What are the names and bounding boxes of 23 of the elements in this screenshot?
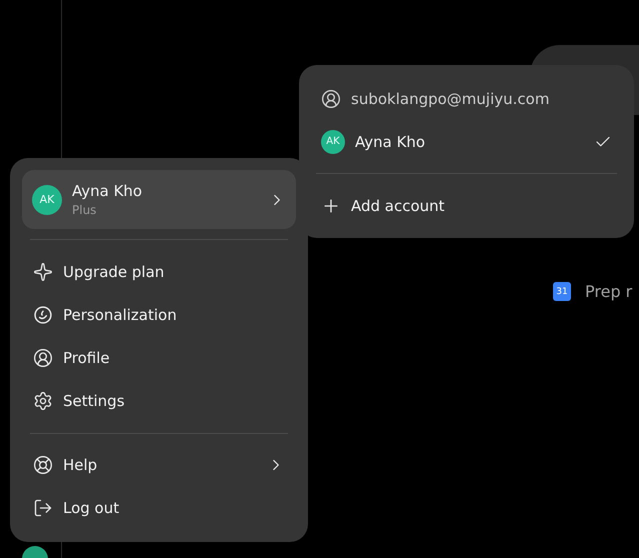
user-avatar: AK: [32, 184, 62, 215]
account-item[interactable]: AK Ayna Kho: [319, 120, 614, 163]
calendar-icon: 31: [553, 282, 571, 301]
email-row: suboklangpo@mujiyu.com: [319, 77, 614, 120]
smiley-circle-icon: [33, 305, 53, 326]
logout-icon: [33, 498, 53, 518]
menu-item[interactable]: Upgrade plan: [22, 250, 296, 294]
menu-item[interactable]: Settings: [22, 380, 296, 423]
settings-icon: [33, 391, 53, 412]
user-menu-item[interactable]: AK Ayna Kho Plus: [22, 170, 296, 230]
user-circle-icon: [321, 88, 341, 108]
menu-item[interactable]: Personalization: [22, 294, 296, 337]
user-name: Ayna Kho: [72, 182, 144, 200]
user-circle-icon: [33, 348, 53, 368]
plan-label: Plus: [72, 203, 98, 218]
menu-item[interactable]: Help: [22, 444, 296, 487]
sparkle-icon: [33, 262, 53, 282]
user-avatar: AK: [321, 130, 345, 154]
event-text: Prep r: [585, 282, 632, 301]
add-account-item[interactable]: Add account: [319, 184, 614, 227]
menu-item[interactable]: Log out: [22, 486, 296, 530]
lifebuoy-icon: [33, 455, 53, 476]
menu-item[interactable]: Profile: [22, 336, 296, 380]
